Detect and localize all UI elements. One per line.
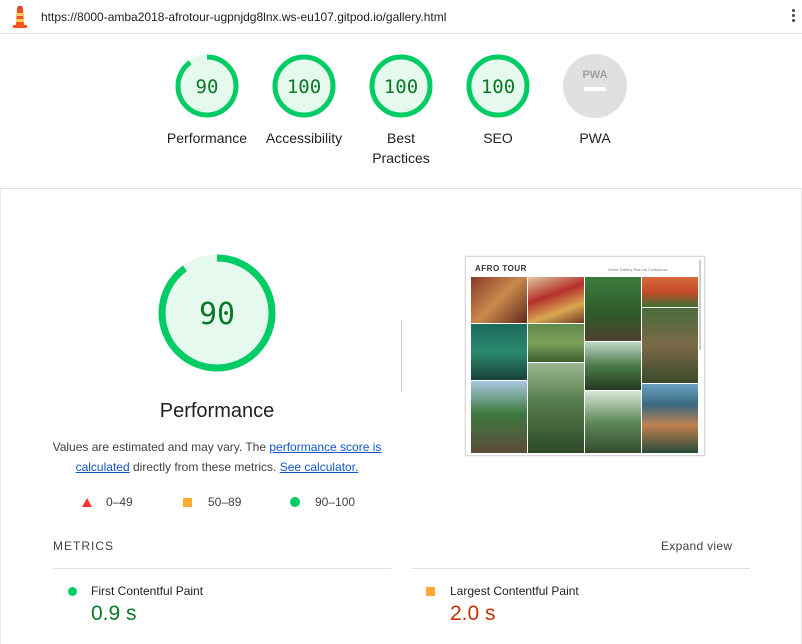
see-calculator-link[interactable]: See calculator. — [280, 460, 359, 474]
section-border-left — [0, 189, 1, 644]
pwa-badge-text: PWA — [582, 69, 607, 81]
metric-fcp-value: 0.9 s — [91, 602, 137, 625]
accessibility-score: 100 — [287, 76, 321, 98]
gauge-label: SEO — [483, 130, 513, 146]
metrics-heading: METRICS — [53, 539, 114, 553]
performance-heading: Performance — [159, 400, 275, 422]
performance-main-gauge: 90 — [158, 254, 276, 372]
legend-range: 50–89 — [208, 495, 242, 509]
metric-fcp-name: First Contentful Paint — [91, 584, 204, 598]
gallery-image — [471, 277, 527, 323]
gallery-image — [528, 363, 584, 453]
average-square-icon — [426, 587, 435, 596]
lighthouse-icon — [13, 6, 27, 28]
screenshot-scrollbar — [699, 260, 701, 350]
category-gauges: 90 Performance 100 Accessibility 100 Bes… — [0, 35, 802, 189]
gauge-seo[interactable]: 100 SEO — [450, 53, 546, 148]
gauge-performance[interactable]: 90 Performance — [159, 53, 255, 148]
gallery-image — [471, 324, 527, 380]
metric-divider — [53, 568, 391, 569]
gauge-label: PWA — [579, 130, 611, 146]
gallery-image — [528, 277, 584, 323]
expand-view-toggle[interactable]: Expand view — [661, 539, 732, 553]
best-practices-gauge-ring: 100 — [369, 54, 433, 118]
gallery-image — [585, 277, 641, 341]
gauge-accessibility[interactable]: 100 Accessibility — [256, 53, 352, 148]
gauge-best-practices[interactable]: 100 Best Practices — [353, 53, 449, 168]
gallery-image — [585, 342, 641, 390]
gallery-image — [585, 391, 641, 453]
kebab-menu-icon[interactable] — [790, 9, 796, 25]
screenshot-logo: AFRO TOUR — [475, 264, 527, 273]
pass-circle-icon — [290, 497, 300, 507]
metric-divider — [412, 568, 750, 569]
metric-lcp-value: 2.0 s — [450, 602, 496, 625]
report-url[interactable]: https://8000-amba2018-afrotour-ugpnjdg8l… — [41, 10, 446, 24]
gauge-label: Performance — [166, 130, 248, 146]
pwa-badge-icon: PWA — [563, 54, 627, 118]
gauge-label: Best Practices — [372, 130, 430, 166]
fail-triangle-icon — [82, 497, 92, 507]
desc-text: directly from these metrics. — [129, 460, 280, 474]
legend-average: 50–89 — [183, 494, 241, 510]
gallery-image — [471, 381, 527, 453]
legend-range: 90–100 — [315, 495, 356, 509]
desc-text: Values are estimated and may vary. The — [52, 440, 270, 454]
accessibility-gauge-ring: 100 — [272, 54, 336, 118]
metric-lcp-name: Largest Contentful Paint — [450, 584, 579, 598]
final-screenshot[interactable]: AFRO TOUR Home Gallery Plan us Contact u… — [465, 256, 705, 456]
gallery-image — [528, 324, 584, 362]
performance-score: 90 — [196, 76, 219, 98]
screenshot-header: AFRO TOUR Home Gallery Plan us Contact u… — [466, 257, 704, 277]
performance-description: Values are estimated and may vary. The p… — [50, 437, 384, 477]
gallery-image — [642, 277, 698, 307]
gauge-label: Accessibility — [265, 130, 343, 146]
screenshot-gallery-grid — [471, 277, 698, 453]
average-square-icon — [183, 497, 192, 507]
pass-circle-icon — [68, 587, 77, 596]
screenshot-nav: Home Gallery Plan us Contact us — [608, 267, 668, 272]
legend-fail: 0–49 — [82, 494, 133, 510]
performance-gauge-ring: 90 — [175, 54, 239, 118]
report-topbar: https://8000-amba2018-afrotour-ugpnjdg8l… — [0, 0, 802, 34]
seo-gauge-ring: 100 — [466, 54, 530, 118]
best-practices-score: 100 — [384, 76, 418, 98]
seo-score: 100 — [481, 76, 515, 98]
legend-pass: 90–100 — [290, 494, 355, 510]
legend-range: 0–49 — [106, 495, 133, 509]
performance-main-score: 90 — [199, 297, 235, 332]
gallery-image — [642, 384, 698, 453]
gallery-image — [642, 308, 698, 383]
gauge-pwa[interactable]: PWA PWA — [547, 53, 643, 148]
section-divider — [401, 320, 402, 392]
